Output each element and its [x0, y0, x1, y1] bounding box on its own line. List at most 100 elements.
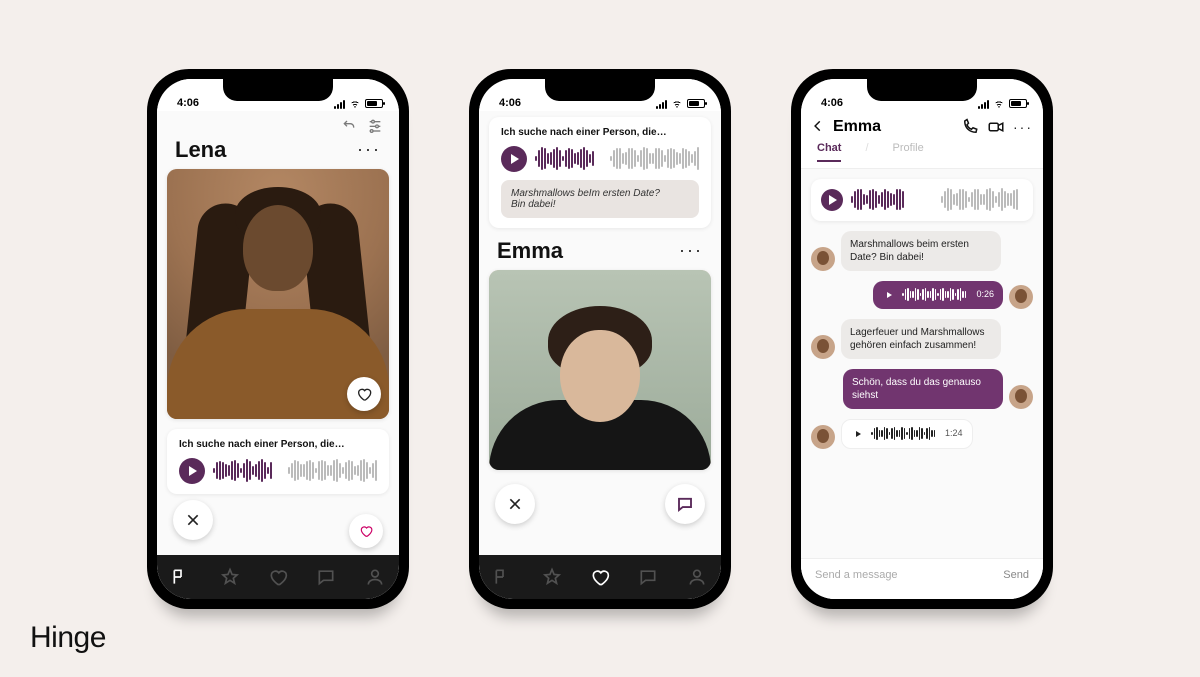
wifi-icon [671, 99, 683, 108]
x-icon [185, 512, 201, 528]
play-button[interactable] [501, 146, 527, 172]
status-indicators [656, 99, 705, 109]
prompt-voice-card[interactable] [811, 179, 1033, 221]
message-text: Marshmallows beim ersten Date? Bin dabei… [841, 231, 1001, 271]
skip-button[interactable] [495, 484, 535, 524]
tab-discover[interactable] [170, 566, 192, 588]
waveform [871, 427, 935, 441]
sent-comment: Marshmallows beIm ersten Date? Bin dabei… [501, 180, 699, 218]
profile-photo[interactable] [489, 270, 711, 470]
play-button[interactable] [882, 288, 896, 302]
heart-icon [356, 386, 372, 402]
like-prompt-button[interactable] [349, 514, 383, 548]
message-incoming: Marshmallows beim ersten Date? Bin dabei… [811, 231, 1033, 271]
play-button[interactable] [179, 458, 205, 484]
voice-message[interactable]: 0:26 [873, 281, 1003, 309]
notch [867, 79, 977, 101]
tab-chat[interactable]: Chat [817, 142, 841, 162]
battery-icon [365, 99, 383, 108]
voice-duration: 1:24 [945, 428, 963, 440]
avatar[interactable] [1009, 385, 1033, 409]
message-outgoing: Schön, dass du das genauso siehst [811, 369, 1033, 409]
phone-likes-you: 4:06 Ich suche nach einer Person, die… [469, 69, 731, 609]
tab-matches[interactable] [315, 566, 337, 588]
like-button[interactable] [347, 377, 381, 411]
chat-icon [676, 495, 694, 513]
status-time: 4:06 [821, 97, 843, 109]
avatar[interactable] [811, 247, 835, 271]
signal-icon [656, 99, 667, 109]
screen: 4:06 Ich suche nach einer Person, die… [479, 79, 721, 599]
play-button[interactable] [821, 189, 843, 211]
tab-profile[interactable]: Profile [893, 142, 924, 162]
message-composer: Send a message Send [801, 558, 1043, 599]
tab-likes[interactable] [589, 566, 611, 588]
signal-icon [978, 99, 989, 109]
wifi-icon [349, 99, 361, 108]
comment-line: Bin dabei! [511, 199, 689, 210]
chat-header: Emma ··· [801, 111, 1043, 142]
tab-profile[interactable] [364, 566, 386, 588]
message-outgoing-voice: 0:26 [811, 281, 1033, 309]
avatar[interactable] [811, 425, 835, 449]
back-button[interactable] [811, 117, 825, 138]
waveform-remaining [288, 459, 377, 483]
notch [223, 79, 333, 101]
message-text: Lagerfeuer und Marshmallows gehören einf… [841, 319, 1001, 359]
x-icon [507, 496, 523, 512]
waveform [902, 288, 966, 302]
voice-prompt-card[interactable]: Ich suche nach einer Person, die… [167, 429, 389, 494]
notch [545, 79, 655, 101]
promo-stage: 4:06 Lena ··· [0, 0, 1200, 677]
tab-standouts[interactable] [541, 566, 563, 588]
message-text: Schön, dass du das genauso siehst [843, 369, 1003, 409]
tab-profile[interactable] [686, 566, 708, 588]
call-button[interactable] [961, 118, 979, 136]
send-button[interactable]: Send [1003, 569, 1029, 581]
skip-button[interactable] [173, 500, 213, 540]
phone-discover: 4:06 Lena ··· [147, 69, 409, 609]
filter-icon[interactable] [367, 117, 383, 133]
waveform [851, 190, 933, 210]
status-indicators [978, 99, 1027, 109]
avatar[interactable] [1009, 285, 1033, 309]
profile-name: Emma [497, 238, 563, 264]
tab-standouts[interactable] [219, 566, 241, 588]
message-incoming: Lagerfeuer und Marshmallows gehören einf… [811, 319, 1033, 359]
composer-input[interactable]: Send a message [815, 569, 898, 581]
match-button[interactable] [665, 484, 705, 524]
more-button[interactable]: ··· [679, 240, 703, 261]
video-button[interactable] [987, 118, 1005, 136]
voice-duration: 0:26 [976, 289, 994, 301]
voice-message[interactable]: 1:24 [841, 419, 973, 449]
status-indicators [334, 99, 383, 109]
screen: 4:06 Emma ··· Chat / Profile [801, 79, 1043, 599]
tab-bar [157, 555, 399, 599]
prompt-text: Ich suche nach einer Person, die… [501, 127, 699, 138]
waveform-remaining [610, 147, 699, 171]
brand-logo: Hinge [30, 621, 106, 655]
battery-icon [1009, 99, 1027, 108]
tab-bar [479, 555, 721, 599]
undo-icon[interactable] [341, 117, 357, 133]
waveform [213, 459, 280, 483]
prompt-text: Ich suche nach einer Person, die… [179, 439, 377, 450]
phone-chat: 4:06 Emma ··· Chat / Profile [791, 69, 1053, 609]
profile-name: Lena [175, 137, 226, 163]
more-button[interactable]: ··· [1013, 119, 1033, 135]
profile-photo[interactable] [167, 169, 389, 419]
tab-matches[interactable] [637, 566, 659, 588]
photo-illustration [489, 270, 711, 470]
status-time: 4:06 [499, 97, 521, 109]
battery-icon [687, 99, 705, 108]
tab-likes[interactable] [267, 566, 289, 588]
avatar[interactable] [811, 335, 835, 359]
waveform [535, 147, 602, 171]
tab-discover[interactable] [492, 566, 514, 588]
chat-title: Emma [833, 118, 953, 136]
chevron-left-icon [811, 119, 825, 133]
signal-icon [334, 99, 345, 109]
play-button[interactable] [851, 427, 865, 441]
more-button[interactable]: ··· [357, 139, 381, 160]
waveform-remaining [941, 190, 1023, 210]
